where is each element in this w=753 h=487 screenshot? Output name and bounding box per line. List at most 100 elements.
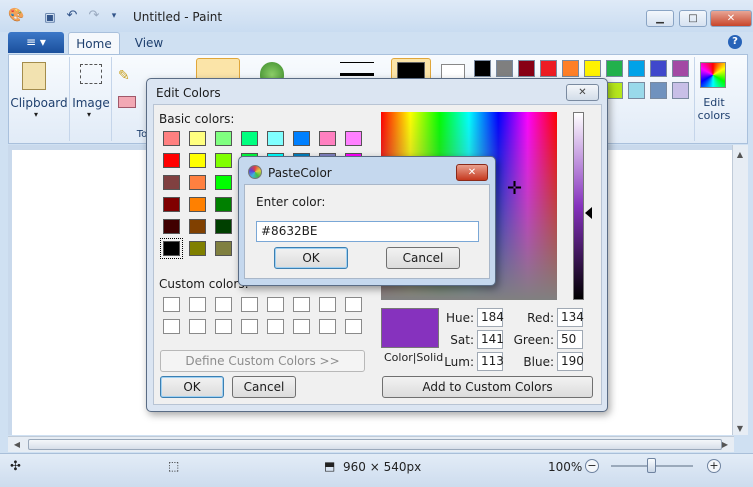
blue-field[interactable]: 190 bbox=[557, 352, 584, 371]
zoom-slider-thumb[interactable] bbox=[647, 458, 656, 473]
green-field[interactable]: 50 bbox=[557, 330, 583, 349]
basic-color-swatch[interactable] bbox=[189, 153, 206, 168]
custom-color-swatch[interactable] bbox=[189, 319, 206, 334]
basic-color-swatch[interactable] bbox=[319, 131, 336, 146]
basic-color-swatch[interactable] bbox=[345, 131, 362, 146]
basic-color-swatch[interactable] bbox=[189, 241, 206, 256]
select-icon[interactable] bbox=[80, 64, 102, 84]
size-icon[interactable] bbox=[340, 62, 374, 76]
custom-color-swatch[interactable] bbox=[189, 297, 206, 312]
palette-swatch[interactable] bbox=[672, 82, 689, 99]
close-button[interactable]: ✕ bbox=[710, 10, 752, 27]
custom-color-swatch[interactable] bbox=[345, 297, 362, 312]
basic-color-swatch[interactable] bbox=[189, 131, 206, 146]
custom-color-swatch[interactable] bbox=[293, 319, 310, 334]
palette-swatch[interactable] bbox=[474, 60, 491, 77]
custom-color-swatch[interactable] bbox=[267, 319, 284, 334]
basic-color-swatch[interactable] bbox=[189, 219, 206, 234]
custom-color-swatch[interactable] bbox=[163, 319, 180, 334]
basic-color-swatch[interactable] bbox=[215, 241, 232, 256]
palette-swatch[interactable] bbox=[562, 60, 579, 77]
custom-color-swatch[interactable] bbox=[293, 297, 310, 312]
basic-color-swatch[interactable] bbox=[293, 131, 310, 146]
custom-color-swatch[interactable] bbox=[267, 297, 284, 312]
zoom-out-button[interactable]: − bbox=[585, 459, 599, 473]
redo-icon[interactable]: ↷ bbox=[86, 8, 102, 24]
basic-color-swatch[interactable] bbox=[215, 131, 232, 146]
horizontal-scroll-thumb[interactable] bbox=[28, 439, 722, 450]
custom-color-swatch[interactable] bbox=[345, 319, 362, 334]
tab-home[interactable]: Home bbox=[68, 32, 120, 54]
palette-swatch[interactable] bbox=[650, 60, 667, 77]
eraser-icon[interactable] bbox=[118, 96, 136, 108]
palette-swatch[interactable] bbox=[628, 60, 645, 77]
edit-colors-label[interactable]: Edit colors bbox=[692, 96, 736, 122]
custom-color-swatch[interactable] bbox=[319, 297, 336, 312]
hue-field[interactable]: 184 bbox=[477, 308, 504, 327]
chevron-down-icon[interactable]: ▾ bbox=[106, 8, 122, 24]
undo-icon[interactable]: ↶ bbox=[64, 8, 80, 24]
help-icon[interactable]: ? bbox=[728, 35, 742, 49]
palette-swatch[interactable] bbox=[496, 60, 513, 77]
red-field[interactable]: 134 bbox=[557, 308, 584, 327]
palette-swatch[interactable] bbox=[672, 60, 689, 77]
basic-color-swatch[interactable] bbox=[241, 131, 258, 146]
edit-colors-close-button[interactable]: ✕ bbox=[566, 84, 599, 101]
edit-colors-icon[interactable] bbox=[700, 62, 726, 88]
scroll-down-icon[interactable]: ▼ bbox=[733, 424, 747, 433]
vertical-scrollbar[interactable] bbox=[732, 145, 748, 435]
chevron-down-icon[interactable]: ▾ bbox=[34, 110, 38, 119]
basic-color-swatch[interactable] bbox=[215, 153, 232, 168]
scroll-left-icon[interactable]: ◀ bbox=[10, 440, 24, 449]
scroll-right-icon[interactable]: ▶ bbox=[718, 440, 732, 449]
palette-swatch[interactable] bbox=[584, 60, 601, 77]
add-to-custom-colors-button[interactable]: Add to Custom Colors bbox=[382, 376, 593, 398]
image-label[interactable]: Image bbox=[70, 96, 112, 110]
luminosity-bar[interactable] bbox=[573, 112, 584, 300]
basic-color-swatch[interactable] bbox=[163, 197, 180, 212]
paste-color-ok-button[interactable]: OK bbox=[274, 247, 348, 269]
edit-colors-cancel-button[interactable]: Cancel bbox=[232, 376, 296, 398]
basic-color-swatch[interactable] bbox=[163, 219, 180, 234]
basic-color-swatch[interactable] bbox=[163, 131, 180, 146]
custom-color-swatch[interactable] bbox=[163, 297, 180, 312]
basic-color-swatch[interactable] bbox=[163, 153, 180, 168]
custom-color-swatch[interactable] bbox=[241, 297, 258, 312]
basic-color-swatch[interactable] bbox=[160, 238, 183, 259]
save-icon[interactable]: ▣ bbox=[42, 9, 58, 25]
basic-color-swatch[interactable] bbox=[189, 197, 206, 212]
palette-swatch[interactable] bbox=[628, 82, 645, 99]
custom-color-swatch[interactable] bbox=[241, 319, 258, 334]
define-custom-colors-button[interactable]: Define Custom Colors >> bbox=[160, 350, 365, 372]
clipboard-label[interactable]: Clipboard bbox=[8, 96, 70, 110]
maximize-button[interactable]: □ bbox=[679, 10, 707, 27]
paste-color-close-button[interactable]: ✕ bbox=[456, 164, 488, 181]
palette-swatch[interactable] bbox=[518, 60, 535, 77]
palette-swatch[interactable] bbox=[606, 82, 623, 99]
crosshair-icon[interactable]: ✛ bbox=[507, 179, 522, 199]
palette-swatch[interactable] bbox=[606, 60, 623, 77]
color-input[interactable]: #8632BE bbox=[256, 221, 479, 242]
chevron-down-icon[interactable]: ▾ bbox=[87, 110, 91, 119]
file-menu-button[interactable]: ≡ ▾ bbox=[8, 32, 64, 53]
palette-swatch[interactable] bbox=[650, 82, 667, 99]
edit-colors-ok-button[interactable]: OK bbox=[160, 376, 224, 398]
basic-color-swatch[interactable] bbox=[267, 131, 284, 146]
basic-color-swatch[interactable] bbox=[215, 175, 232, 190]
custom-color-swatch[interactable] bbox=[215, 319, 232, 334]
basic-color-swatch[interactable] bbox=[215, 219, 232, 234]
basic-color-swatch[interactable] bbox=[163, 175, 180, 190]
pencil-icon[interactable]: ✎ bbox=[118, 68, 130, 84]
zoom-in-button[interactable]: + bbox=[707, 459, 721, 473]
clipboard-icon[interactable] bbox=[22, 62, 46, 90]
palette-swatch[interactable] bbox=[540, 60, 557, 77]
custom-color-swatch[interactable] bbox=[215, 297, 232, 312]
luminosity-slider-arrow[interactable] bbox=[585, 207, 592, 219]
basic-color-swatch[interactable] bbox=[215, 197, 232, 212]
minimize-button[interactable]: ▁ bbox=[646, 10, 674, 27]
basic-color-swatch[interactable] bbox=[189, 175, 206, 190]
sat-field[interactable]: 141 bbox=[477, 330, 504, 349]
lum-field[interactable]: 113 bbox=[477, 352, 504, 371]
scroll-up-icon[interactable]: ▲ bbox=[733, 150, 747, 159]
tab-view[interactable]: View bbox=[126, 32, 172, 54]
